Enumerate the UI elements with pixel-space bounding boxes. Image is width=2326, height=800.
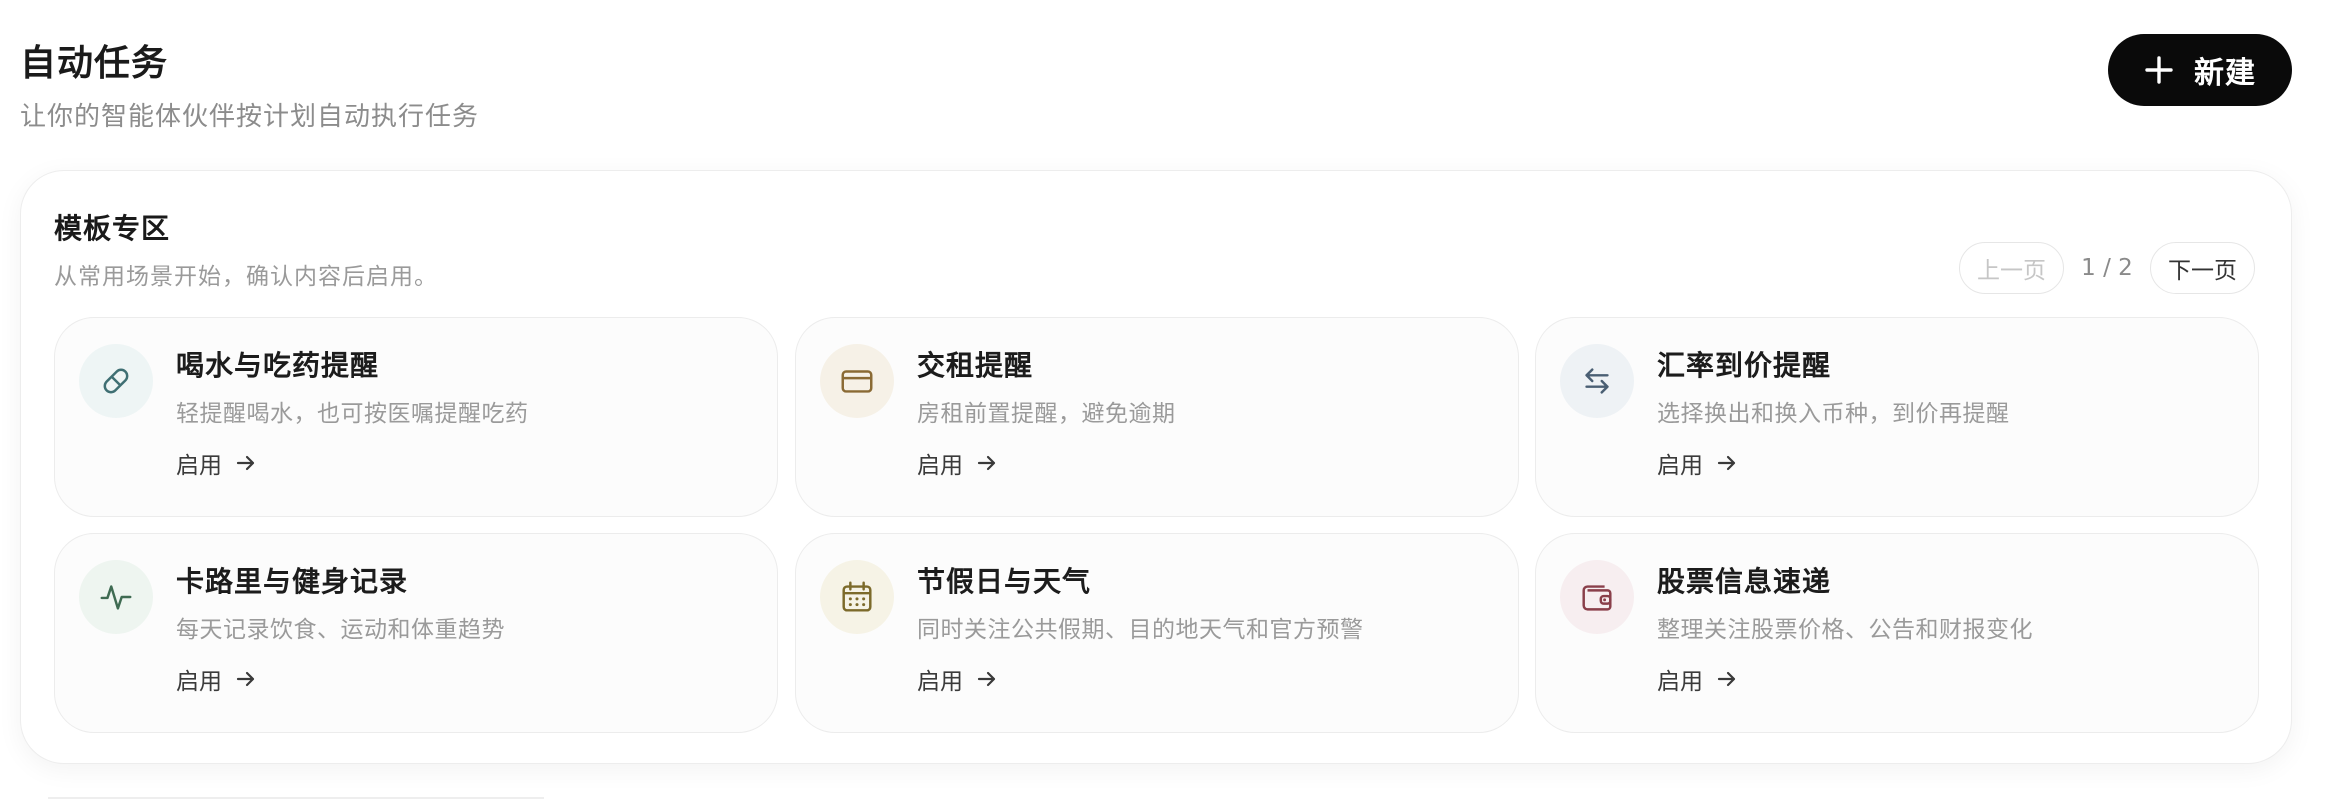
enable-template-link[interactable]: 启用 <box>176 662 258 696</box>
template-card-icon-badge <box>1560 560 1634 634</box>
template-card-title: 喝水与吃药提醒 <box>176 349 380 382</box>
template-card-calorie-fitness[interactable]: 卡路里与健身记录 每天记录饮食、运动和体重趋势 启用 <box>54 533 778 733</box>
enable-template-link[interactable]: 启用 <box>917 446 999 480</box>
page-title: 自动任务 <box>20 43 169 84</box>
arrow-right-icon <box>1717 671 1736 687</box>
template-card-water-medicine[interactable]: 喝水与吃药提醒 轻提醒喝水，也可按医嘱提醒吃药 启用 <box>54 317 778 517</box>
arrow-right-icon <box>236 455 255 471</box>
credit-card-icon <box>841 370 873 393</box>
template-card-description: 房租前置提醒，避免逾期 <box>917 401 1176 427</box>
arrow-right-icon <box>977 455 996 471</box>
template-card-exchange-rate[interactable]: 汇率到价提醒 选择换出和换入币种，到价再提醒 启用 <box>1535 317 2259 517</box>
template-card-title: 汇率到价提醒 <box>1657 349 1832 382</box>
template-card-title: 股票信息速递 <box>1657 565 1832 598</box>
page: 自动任务 让你的智能体伙伴按计划自动执行任务 新建 模板专区 从常用场景开始，确… <box>0 0 2326 800</box>
template-panel: 模板专区 从常用场景开始，确认内容后启用。 上一页 1 / 2 下一页 喝水与吃… <box>20 170 2292 764</box>
arrow-right-icon <box>236 671 255 687</box>
template-card-holiday-weather[interactable]: 节假日与天气 同时关注公共假期、目的地天气和官方预警 启用 <box>795 533 1519 733</box>
enable-label: 启用 <box>176 453 222 479</box>
exchange-arrows-icon <box>1585 368 1609 394</box>
enable-template-link[interactable]: 启用 <box>1657 446 1739 480</box>
next-section-edge <box>48 797 544 799</box>
next-page-button[interactable]: 下一页 <box>2150 242 2255 294</box>
template-card-rent[interactable]: 交租提醒 房租前置提醒，避免逾期 启用 <box>795 317 1519 517</box>
template-card-stock-digest[interactable]: 股票信息速递 整理关注股票价格、公告和财报变化 启用 <box>1535 533 2259 733</box>
enable-template-link[interactable]: 启用 <box>1657 662 1739 696</box>
wallet-icon <box>1582 585 1612 611</box>
new-task-button[interactable]: 新建 <box>2108 34 2292 106</box>
template-card-title: 卡路里与健身记录 <box>176 565 409 598</box>
template-section-description: 从常用场景开始，确认内容后启用。 <box>54 264 438 290</box>
template-card-icon-badge <box>820 560 894 634</box>
enable-label: 启用 <box>1657 453 1703 479</box>
template-card-icon-badge <box>79 344 153 418</box>
enable-label: 启用 <box>176 669 222 695</box>
template-card-description: 每天记录饮食、运动和体重趋势 <box>176 617 505 643</box>
enable-template-link[interactable]: 启用 <box>176 446 258 480</box>
activity-pulse-icon <box>100 585 132 610</box>
template-card-description: 轻提醒喝水，也可按医嘱提醒吃药 <box>176 401 529 427</box>
template-card-description: 同时关注公共假期、目的地天气和官方预警 <box>917 617 1364 643</box>
page-subtitle: 让你的智能体伙伴按计划自动执行任务 <box>20 102 480 132</box>
enable-label: 启用 <box>917 453 963 479</box>
previous-page-button[interactable]: 上一页 <box>1959 242 2064 294</box>
template-card-title: 节假日与天气 <box>917 565 1092 598</box>
arrow-right-icon <box>1717 455 1736 471</box>
new-task-button-label: 新建 <box>2194 56 2256 91</box>
template-pager: 上一页 1 / 2 下一页 <box>1959 241 2255 295</box>
arrow-right-icon <box>977 671 996 687</box>
plus-icon <box>2145 56 2173 84</box>
template-section-title: 模板专区 <box>54 212 171 245</box>
enable-label: 启用 <box>1657 669 1703 695</box>
template-card-icon-badge <box>79 560 153 634</box>
enable-template-link[interactable]: 启用 <box>917 662 999 696</box>
template-card-icon-badge <box>1560 344 1634 418</box>
pill-icon <box>103 368 129 394</box>
enable-label: 启用 <box>917 669 963 695</box>
page-indicator: 1 / 2 <box>2081 255 2133 281</box>
template-card-title: 交租提醒 <box>917 349 1034 382</box>
calendar-icon <box>842 581 872 612</box>
template-card-description: 选择换出和换入币种，到价再提醒 <box>1657 401 2010 427</box>
template-card-description: 整理关注股票价格、公告和财报变化 <box>1657 617 2033 643</box>
template-card-icon-badge <box>820 344 894 418</box>
